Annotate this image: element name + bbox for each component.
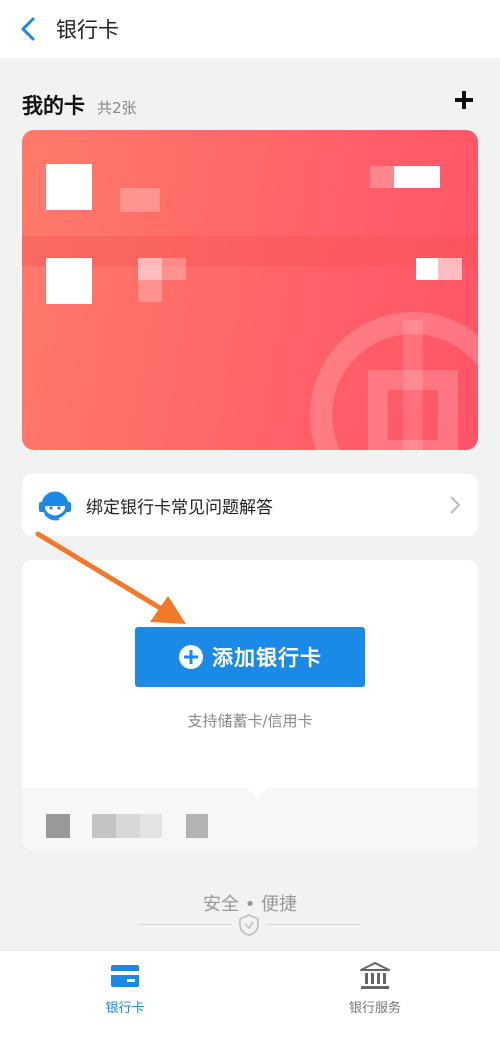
tab-bank-card[interactable]: 银行卡 (0, 951, 250, 1046)
add-card-plus-button[interactable] (450, 86, 478, 114)
faq-row[interactable]: 绑定银行卡常见问题解答 (22, 474, 478, 536)
back-button[interactable] (0, 0, 56, 58)
faq-label: 绑定银行卡常见问题解答 (86, 497, 273, 518)
top-nav-bar: 银行卡 (0, 0, 500, 58)
add-bank-card-button[interactable]: 添加银行卡 (135, 627, 365, 687)
chevron-right-icon (450, 496, 461, 514)
panel-lower-section (22, 788, 478, 850)
page-title: 银行卡 (56, 18, 119, 42)
slogan-divider-right (268, 924, 360, 925)
tab-label: 银行服务 (348, 1001, 401, 1016)
masked-text (92, 814, 116, 838)
plus-icon (455, 91, 473, 109)
my-cards-title: 我的卡 (22, 94, 85, 118)
masked-text (116, 814, 140, 838)
customer-service-icon (39, 491, 71, 521)
bank-card[interactable] (22, 130, 478, 450)
masked-text (370, 166, 394, 188)
bank-logo-masked (46, 164, 92, 210)
add-bank-card-label: 添加银行卡 (212, 646, 322, 670)
bottom-tab-bar: 银行卡 银行服务 (0, 950, 500, 1046)
masked-text (138, 258, 162, 280)
masked-text (46, 814, 70, 838)
masked-text (140, 814, 162, 838)
supported-cards-text: 支持储蓄卡/信用卡 (187, 712, 313, 730)
bank-card-icon (111, 965, 139, 987)
my-cards-header: 我的卡 共2张 (22, 90, 478, 122)
shield-icon (239, 914, 259, 936)
card-count: 共2张 (97, 99, 137, 117)
masked-text (138, 280, 162, 302)
masked-text (394, 166, 440, 188)
bank-logo-masked (46, 258, 92, 304)
bank-emblem-watermark (310, 312, 478, 450)
masked-text (416, 258, 438, 280)
tab-bank-services[interactable]: 银行服务 (250, 951, 500, 1046)
slogan-divider-left (140, 924, 232, 925)
masked-text (120, 188, 160, 212)
tab-label: 银行卡 (105, 1001, 145, 1016)
masked-text (162, 258, 186, 280)
bank-building-icon (360, 962, 390, 989)
chevron-left-icon (21, 17, 35, 41)
add-card-panel: 添加银行卡 支持储蓄卡/信用卡 (22, 560, 478, 850)
plus-circle-icon (179, 645, 203, 669)
masked-text (186, 814, 208, 838)
masked-text (438, 258, 462, 280)
